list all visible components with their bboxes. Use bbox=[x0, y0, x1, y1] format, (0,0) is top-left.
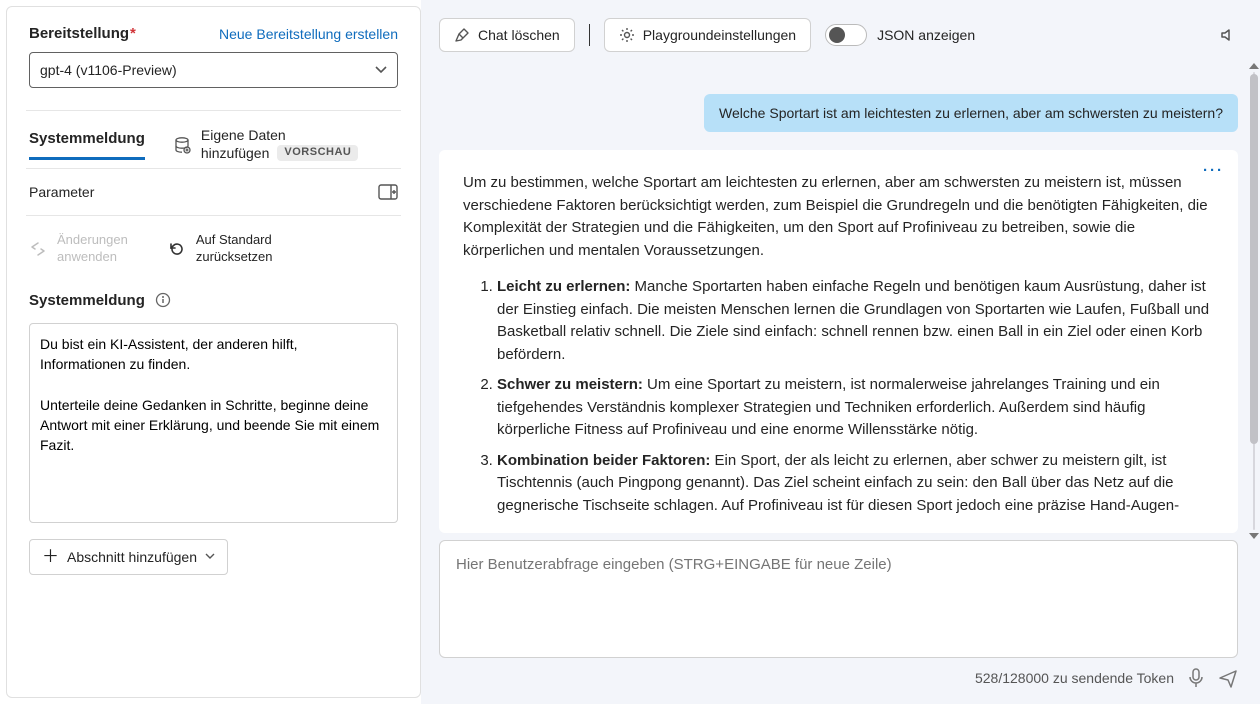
compose-box[interactable] bbox=[439, 540, 1238, 658]
microphone-icon[interactable] bbox=[1188, 668, 1204, 688]
config-panel: Bereitstellung* Neue Bereitstellung erst… bbox=[6, 6, 421, 698]
apply-icon bbox=[29, 240, 47, 258]
assistant-item-2: Schwer zu meistern: Um eine Sportart zu … bbox=[497, 374, 1214, 442]
tab-system-message[interactable]: Systemmeldung bbox=[29, 130, 145, 160]
deployment-select[interactable]: gpt-4 (v1106-Preview) bbox=[29, 52, 398, 88]
expand-panel-icon[interactable] bbox=[378, 184, 398, 200]
new-deployment-link[interactable]: Neue Bereitstellung erstellen bbox=[219, 26, 398, 42]
system-message-heading: Systemmeldung bbox=[29, 292, 145, 309]
assistant-item-3: Kombination beider Faktoren: Ein Sport, … bbox=[497, 450, 1214, 518]
parameter-row[interactable]: Parameter bbox=[29, 169, 398, 215]
system-message-input[interactable] bbox=[29, 323, 398, 523]
info-icon[interactable] bbox=[155, 292, 171, 308]
own-data-line2: hinzufügen bbox=[201, 145, 270, 163]
config-tabs: Systemmeldung Eigene Daten hinzufügen bbox=[29, 127, 398, 162]
database-icon bbox=[173, 136, 191, 154]
message-user: Welche Sportart ist am leichtesten zu er… bbox=[704, 94, 1238, 132]
gear-icon bbox=[619, 27, 635, 43]
chevron-down-icon bbox=[375, 66, 387, 74]
parameter-label: Parameter bbox=[29, 184, 94, 200]
tab-own-data[interactable]: Eigene Daten hinzufügen VORSCHAU bbox=[173, 127, 358, 162]
apply-changes-button: Änderungen anwenden bbox=[29, 232, 128, 266]
chat-toolbar: Chat löschen Playgroundeinstellungen JSO… bbox=[439, 0, 1260, 62]
reset-defaults-button[interactable]: Auf Standard zurücksetzen bbox=[168, 232, 273, 266]
show-json-toggle[interactable]: JSON anzeigen bbox=[825, 24, 975, 46]
chat-panel: Chat löschen Playgroundeinstellungen JSO… bbox=[421, 0, 1260, 704]
token-counter: 528/128000 zu sendende Token bbox=[975, 670, 1174, 686]
assistant-item-1: Leicht zu erlernen: Manche Sportarten ha… bbox=[497, 276, 1214, 366]
playground-settings-button[interactable]: Playgroundeinstellungen bbox=[604, 18, 811, 52]
chevron-down-icon bbox=[205, 553, 215, 560]
reset-icon bbox=[168, 240, 186, 258]
clear-chat-button[interactable]: Chat löschen bbox=[439, 18, 575, 52]
chat-scrollbar[interactable] bbox=[1246, 62, 1260, 540]
add-section-button[interactable]: ＋ Abschnitt hinzufügen bbox=[29, 539, 228, 575]
speaker-icon[interactable] bbox=[1218, 25, 1238, 45]
chat-scroll[interactable]: Welche Sportart ist am leichtesten zu er… bbox=[439, 62, 1260, 540]
toolbar-divider bbox=[589, 24, 590, 46]
assistant-intro: Um zu bestimmen, welche Sportart am leic… bbox=[463, 172, 1214, 262]
send-icon[interactable] bbox=[1218, 668, 1238, 688]
deployment-label: Bereitstellung* bbox=[29, 25, 136, 42]
deployment-selected-value: gpt-4 (v1106-Preview) bbox=[40, 62, 177, 78]
broom-icon bbox=[454, 27, 470, 43]
show-json-label: JSON anzeigen bbox=[877, 27, 975, 43]
preview-badge: VORSCHAU bbox=[277, 145, 358, 161]
compose-input[interactable] bbox=[454, 555, 1223, 574]
message-menu-icon[interactable]: ··· bbox=[1203, 160, 1224, 183]
own-data-line1: Eigene Daten bbox=[201, 127, 358, 145]
message-assistant: ··· Um zu bestimmen, welche Sportart am … bbox=[439, 150, 1238, 533]
